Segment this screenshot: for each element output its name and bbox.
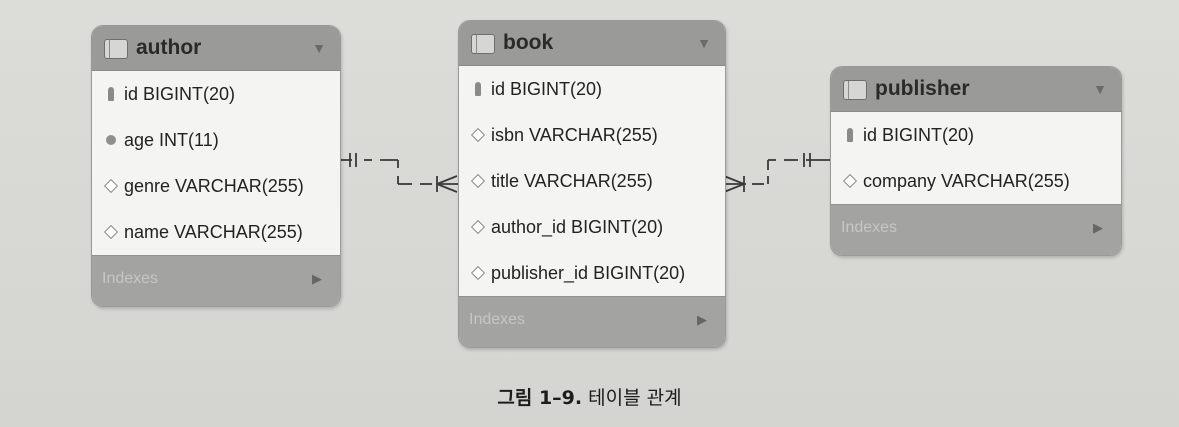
diamond-icon <box>469 173 487 189</box>
author-indexes-section[interactable]: Indexes ▶ <box>92 255 340 306</box>
key-icon <box>469 82 487 96</box>
book-column-author-id[interactable]: author_id BIGINT(20) <box>459 204 725 250</box>
column-label: publisher_id BIGINT(20) <box>491 262 686 283</box>
column-label: company VARCHAR(255) <box>863 170 1070 191</box>
key-icon <box>102 87 120 101</box>
author-table-header[interactable]: author ▼ <box>92 26 340 71</box>
expand-arrow-icon[interactable]: ▶ <box>1093 220 1103 236</box>
indexes-label: Indexes <box>469 311 526 328</box>
book-column-title[interactable]: title VARCHAR(255) <box>459 158 725 204</box>
book-indexes-section[interactable]: Indexes ▶ <box>459 296 725 347</box>
column-label: author_id BIGINT(20) <box>491 216 664 237</box>
column-label: id BIGINT(20) <box>124 83 236 104</box>
key-icon <box>841 128 859 142</box>
publisher-column-company[interactable]: company VARCHAR(255) <box>831 158 1121 204</box>
book-column-publisher-id[interactable]: publisher_id BIGINT(20) <box>459 250 725 296</box>
column-label: id BIGINT(20) <box>491 78 603 99</box>
author-column-id[interactable]: id BIGINT(20) <box>92 71 340 117</box>
book-table[interactable]: book ▼ id BIGINT(20) isbn VARCHAR(255) t… <box>458 20 726 348</box>
chevron-down-icon[interactable]: ▼ <box>697 35 711 51</box>
author-column-name[interactable]: name VARCHAR(255) <box>92 209 340 255</box>
book-table-title: book <box>503 31 554 54</box>
chevron-down-icon[interactable]: ▼ <box>1093 81 1107 97</box>
column-label: age INT(11) <box>124 129 219 150</box>
filled-dot-icon <box>102 135 120 145</box>
figure-caption-text: 테이블 관계 <box>588 387 682 409</box>
column-label: genre VARCHAR(255) <box>124 175 304 196</box>
table-icon <box>104 39 128 59</box>
book-table-header[interactable]: book ▼ <box>459 21 725 66</box>
book-column-id[interactable]: id BIGINT(20) <box>459 66 725 112</box>
table-icon <box>843 80 867 100</box>
diamond-icon <box>841 173 859 189</box>
expand-arrow-icon[interactable]: ▶ <box>312 271 322 287</box>
book-publisher-relationship <box>723 153 830 193</box>
column-label: title VARCHAR(255) <box>491 170 653 191</box>
diamond-icon <box>469 265 487 281</box>
publisher-column-id[interactable]: id BIGINT(20) <box>831 112 1121 158</box>
indexes-label: Indexes <box>102 270 159 287</box>
table-icon <box>471 34 495 54</box>
author-table[interactable]: author ▼ id BIGINT(20) age INT(11) genre… <box>91 25 341 307</box>
publisher-table-title: publisher <box>875 77 970 100</box>
diamond-icon <box>102 224 120 240</box>
expand-arrow-icon[interactable]: ▶ <box>697 312 707 328</box>
diamond-icon <box>469 127 487 143</box>
diamond-icon <box>469 219 487 235</box>
diamond-icon <box>102 178 120 194</box>
publisher-table-header[interactable]: publisher ▼ <box>831 67 1121 112</box>
column-label: isbn VARCHAR(255) <box>491 124 658 145</box>
book-column-isbn[interactable]: isbn VARCHAR(255) <box>459 112 725 158</box>
author-book-relationship <box>341 153 458 193</box>
chevron-down-icon[interactable]: ▼ <box>312 40 326 56</box>
publisher-table[interactable]: publisher ▼ id BIGINT(20) company VARCHA… <box>830 66 1122 256</box>
author-table-title: author <box>136 36 202 59</box>
author-column-genre[interactable]: genre VARCHAR(255) <box>92 163 340 209</box>
column-label: name VARCHAR(255) <box>124 221 303 242</box>
figure-number: 그림 1–9. <box>497 387 583 409</box>
figure-caption: 그림 1–9. 테이블 관계 <box>0 383 1179 410</box>
publisher-indexes-section[interactable]: Indexes ▶ <box>831 204 1121 255</box>
author-column-age[interactable]: age INT(11) <box>92 117 340 163</box>
indexes-label: Indexes <box>841 219 898 236</box>
column-label: id BIGINT(20) <box>863 124 975 145</box>
